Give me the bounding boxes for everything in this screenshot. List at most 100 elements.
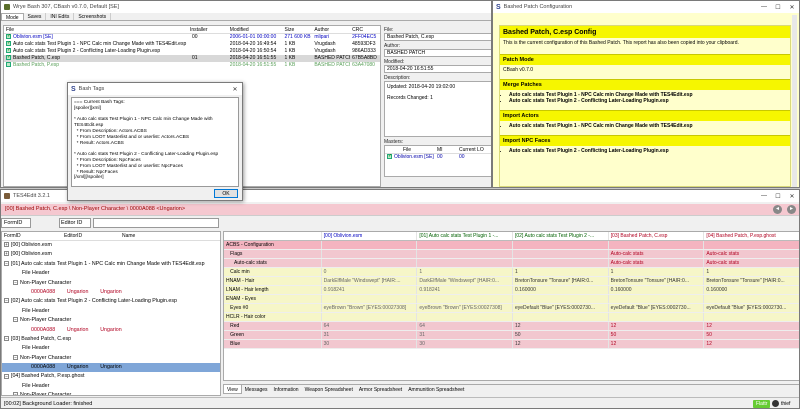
masters-col-mi[interactable]: MI <box>435 146 457 153</box>
mod-row[interactable]: Bashed Patch, C.esp 2018-04-20 16:51:55 1 … <box>4 55 380 62</box>
checkbox-icon[interactable] <box>6 34 11 40</box>
collapse-icon[interactable]: − <box>4 373 9 379</box>
collapse-icon[interactable]: − <box>13 354 18 360</box>
maximize-icon[interactable]: ☐ <box>771 1 785 13</box>
collapse-icon[interactable]: − <box>13 279 18 285</box>
col-size[interactable]: Size <box>283 26 313 33</box>
tree-col-name[interactable]: Name <box>120 232 220 240</box>
tree-node[interactable]: − [03] Bashed Patch, C.esp <box>2 335 220 344</box>
grid-column-header[interactable]: [03] Bashed Patch, C.esp <box>609 232 705 240</box>
collapse-icon[interactable]: − <box>4 336 9 341</box>
grid-row[interactable]: HCLR - Hair color <box>224 313 799 322</box>
grid-column-header[interactable]: [01] Auto calc stats Test Plugin 1 -... <box>417 232 513 240</box>
minimize-icon[interactable]: — <box>757 1 771 13</box>
grid-row[interactable]: Red 64 64 12 12 12 <box>224 322 799 331</box>
bottom-tab[interactable]: Information <box>271 385 302 394</box>
grid-row[interactable]: Blue 30 30 12 12 12 <box>224 340 799 349</box>
record-compare-grid[interactable]: [00] Oblivion.esm [01] Auto calc stats Te… <box>223 231 799 381</box>
grid-column-header[interactable]: [04] Bashed Patch, P.esp.ghost <box>704 232 799 240</box>
tree-node[interactable]: 0000A088 Ungarion Ungarion <box>2 288 220 297</box>
record-tree[interactable]: FormID EditorID Name + [00] Oblivion.esm +… <box>1 231 221 396</box>
tab-mods[interactable]: Mode <box>1 13 24 21</box>
grid-row[interactable]: Calc min 0 1 1 1 1 <box>224 268 799 277</box>
masters-col-lo[interactable]: Current LO <box>457 146 491 153</box>
close-icon[interactable]: ✕ <box>228 83 242 95</box>
back-icon[interactable]: ◂ <box>773 205 782 214</box>
tree-node[interactable]: − Non-Player Character <box>2 316 220 325</box>
tree-node[interactable]: − [04] Bashed Patch, P.esp.ghost <box>2 372 220 381</box>
grid-row[interactable]: ACBS - Configuration <box>224 241 799 250</box>
close-icon[interactable]: ✕ <box>785 190 799 202</box>
mod-row[interactable]: Auto calc stats Test Plugin 1 - NPC Calc… <box>4 41 380 48</box>
grid-column-header[interactable]: [02] Auto calc stats Test Plugin 2 -... <box>513 232 609 240</box>
grid-row[interactable]: Flags Auto-calc stats Auto-calc stats <box>224 250 799 259</box>
minimize-icon[interactable]: — <box>757 190 771 202</box>
tree-node[interactable]: − [01] Auto calc stats Test Plugin 1 - NP… <box>2 260 220 269</box>
bash-tags-text[interactable]: === Current Bash Tags: [spoiler][xml] * Au… <box>71 97 239 187</box>
grid-column-header[interactable] <box>224 232 322 240</box>
tree-node[interactable]: − [02] Auto calc stats Test Plugin 2 - Co… <box>2 297 220 306</box>
col-modified[interactable]: Modified <box>228 26 283 33</box>
expand-icon[interactable]: + <box>4 242 9 248</box>
author-field[interactable]: BASHED PATCH <box>384 49 491 57</box>
col-author[interactable]: Author <box>312 26 350 33</box>
flattr-button[interactable]: Flattr <box>753 400 771 408</box>
description-field[interactable]: Updated: 2018-04-20 19:02:00 Records Cha… <box>384 81 491 137</box>
bottom-tab[interactable]: Ammunition Spreadsheet <box>405 385 467 394</box>
scrollbar[interactable] <box>792 15 797 187</box>
checkbox-icon[interactable] <box>6 55 11 61</box>
grid-row[interactable]: Eyes #0 eyeBrown "Brown" [EYES:00027308] e… <box>224 304 799 313</box>
tree-node[interactable]: File Header <box>2 382 220 391</box>
tree-col-formid[interactable]: FormID <box>2 232 62 240</box>
tree-node[interactable]: − Non-Player Character <box>2 279 220 288</box>
collapse-icon[interactable]: − <box>13 392 18 395</box>
grid-row[interactable]: HNAM - Hair DarkElfMale "Windswept" [HAIR… <box>224 277 799 286</box>
masters-col-file[interactable]: File <box>385 146 435 153</box>
forward-icon[interactable]: ▸ <box>787 205 796 214</box>
checkbox-icon[interactable] <box>6 48 11 54</box>
expand-icon[interactable]: + <box>4 251 9 257</box>
tree-node[interactable]: File Header <box>2 344 220 353</box>
bottom-tab[interactable]: Messages <box>242 385 271 394</box>
mod-row[interactable]: Oblivion.esm [SE] 2006-01-01 00:00:00 271 … <box>4 34 380 41</box>
checkbox-icon[interactable] <box>6 62 11 68</box>
collapse-icon[interactable]: − <box>4 260 9 266</box>
ok-button[interactable]: OK <box>214 189 238 198</box>
masters-list[interactable]: File MI Current LO Oblivion.esm [SE] 00 … <box>384 145 491 177</box>
grid-row[interactable]: Auto-calc stats Auto-calc stats Auto-calc … <box>224 259 799 268</box>
tree-col-editorid[interactable]: EditorID <box>62 232 120 240</box>
grid-row[interactable]: LNAM - Hair length 0.918241 0.918241 0.1600… <box>224 286 799 295</box>
tab-screenshots[interactable]: Screenshots <box>74 13 112 20</box>
close-icon[interactable]: ✕ <box>785 1 799 13</box>
col-crc[interactable]: CRC <box>350 26 380 33</box>
bottom-tab[interactable]: Armor Spreadsheet <box>356 385 405 394</box>
bottom-tab[interactable]: Weapon Spreadsheet <box>302 385 356 394</box>
mod-row[interactable]: Bashed Patch, P.esp 2018-04-20 16:51:55 1 … <box>4 62 380 69</box>
tree-node[interactable]: 0000A088 Ungarion Ungarion <box>2 363 220 373</box>
collapse-icon[interactable]: − <box>4 298 9 304</box>
tree-node[interactable]: File Header <box>2 269 220 278</box>
tree-node[interactable]: 0000A088 Ungarion Ungarion <box>2 326 220 335</box>
grid-row[interactable]: Green 31 31 50 50 50 <box>224 331 799 340</box>
name-filter-field[interactable] <box>93 218 219 228</box>
tree-node[interactable]: File Header <box>2 307 220 316</box>
checkbox-icon[interactable] <box>6 41 11 47</box>
grid-row[interactable]: ENAM - Eyes <box>224 295 799 304</box>
tree-node[interactable]: − Non-Player Character <box>2 391 220 395</box>
tree-node[interactable]: + [00] Oblivion.esm <box>2 250 220 259</box>
col-file[interactable]: File <box>4 26 188 33</box>
checkbox-icon[interactable] <box>387 154 392 160</box>
collapse-icon[interactable]: − <box>13 317 18 323</box>
tree-node[interactable]: − Non-Player Character <box>2 354 220 363</box>
tree-node[interactable]: + [00] Oblivion.esm <box>2 241 220 250</box>
tab-ini-edits[interactable]: INI Edits <box>46 13 75 20</box>
col-installer[interactable]: Installer <box>188 26 228 33</box>
modified-field[interactable]: 2018-04-20 16:51:55 <box>384 65 491 73</box>
file-field[interactable]: Bashed Patch, C.esp <box>384 33 491 41</box>
bottom-tab[interactable]: View <box>223 385 242 394</box>
masters-row[interactable]: Oblivion.esm [SE] 00 00 <box>385 154 491 161</box>
mod-row[interactable]: Auto calc stats Test Plugin 2 - Conflict… <box>4 48 380 55</box>
tab-saves[interactable]: Saves <box>24 13 47 20</box>
maximize-icon[interactable]: ☐ <box>771 190 785 202</box>
grid-column-header[interactable]: [00] Oblivion.esm <box>322 232 418 240</box>
